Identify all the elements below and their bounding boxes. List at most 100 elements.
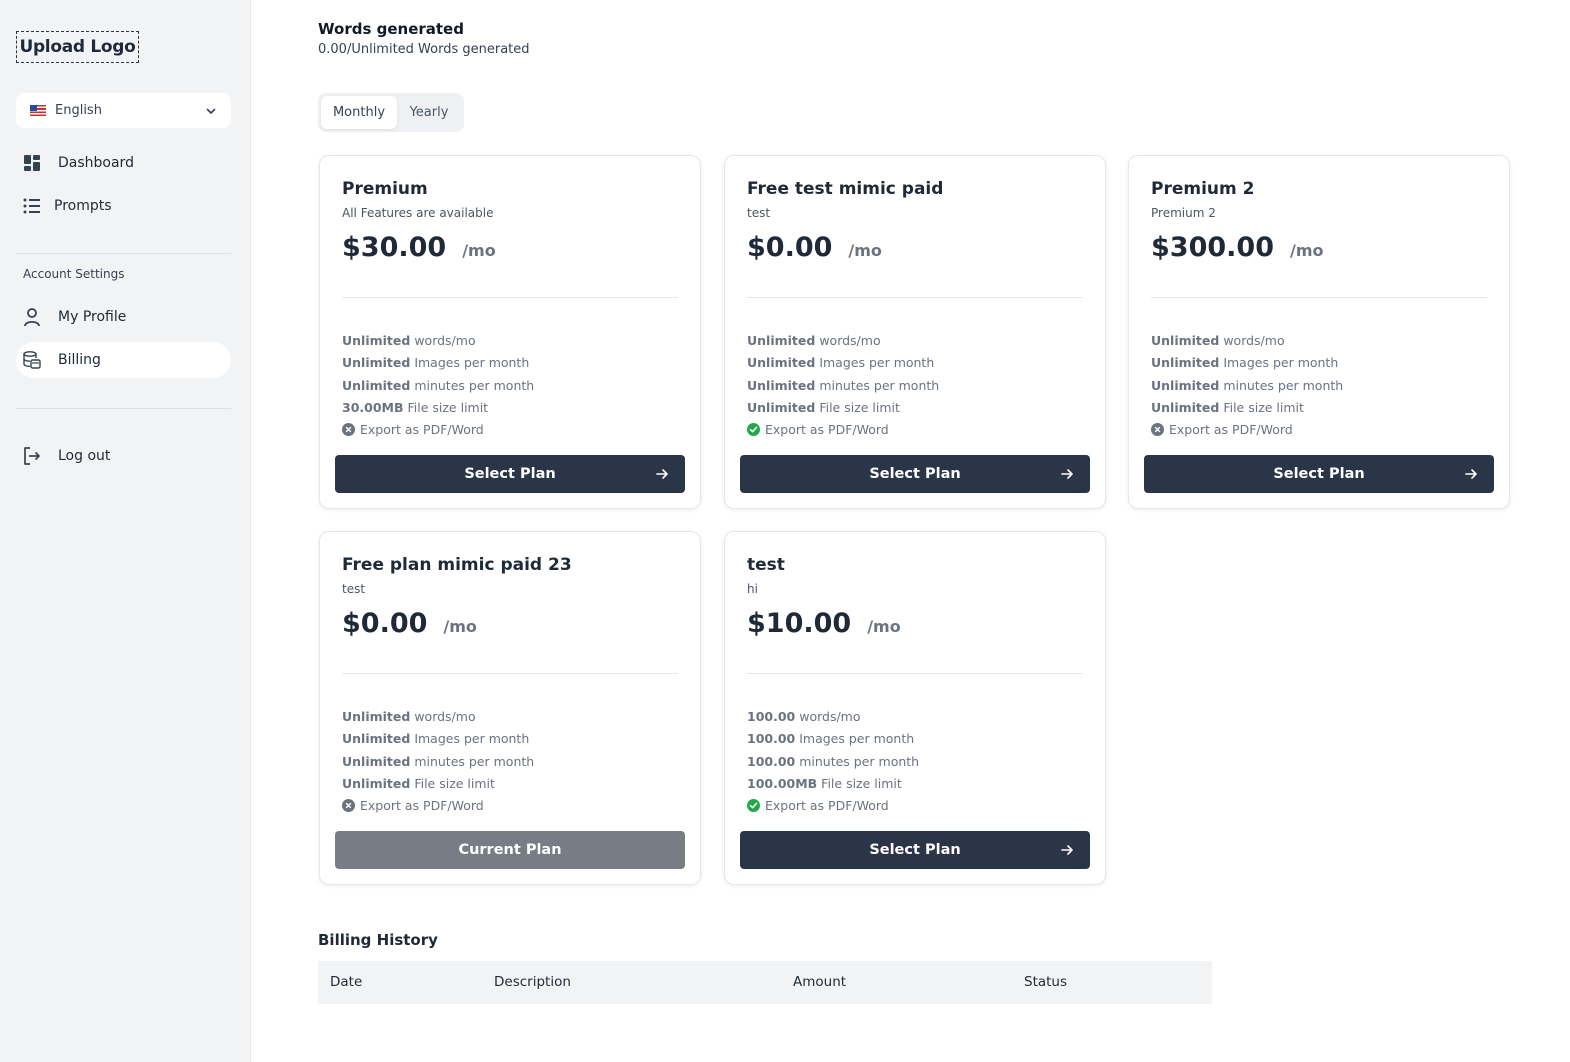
plan-feature-text: File size limit: [1219, 400, 1304, 415]
plan-feature-value: 100.00: [747, 731, 796, 746]
plan-feature: Unlimited words/mo: [342, 333, 476, 348]
sidebar-item-dashboard[interactable]: Dashboard: [16, 145, 231, 181]
sidebar-item-label: Prompts: [54, 198, 112, 214]
plan-price: $0.00/mo: [747, 232, 882, 263]
plan-price-period: /mo: [443, 617, 477, 636]
us-flag-icon: [30, 105, 46, 116]
plan-price-period: /mo: [848, 241, 882, 260]
plan-feature-value: 100.00: [747, 709, 796, 724]
logout-icon: [16, 440, 48, 472]
plan-feature: Unlimited File size limit: [747, 400, 900, 415]
plan-feature: 100.00 words/mo: [747, 709, 861, 724]
plan-feature-value: Unlimited: [342, 731, 411, 746]
plan-feature-value: Unlimited: [342, 776, 411, 791]
sidebar-item-my-profile[interactable]: My Profile: [16, 299, 231, 335]
plan-feature-text: Images per month: [815, 355, 935, 370]
plan-price-amount: $0.00: [342, 608, 428, 639]
card-divider: [747, 297, 1083, 298]
sidebar: Upload Logo English Dashboard Prompts Ac…: [0, 0, 251, 1062]
plan-button-label: Select Plan: [1273, 466, 1365, 482]
plan-export-feature: Export as PDF/Word: [747, 422, 889, 437]
plan-export-feature: Export as PDF/Word: [342, 422, 484, 437]
card-divider: [342, 297, 678, 298]
plan-feature: Unlimited words/mo: [342, 709, 476, 724]
plan-feature-value: Unlimited: [342, 754, 411, 769]
plan-price-amount: $10.00: [747, 608, 852, 639]
plan-feature-text: Images per month: [1219, 355, 1339, 370]
plan-name: Premium: [342, 179, 428, 199]
plan-price-period: /mo: [462, 241, 496, 260]
plan-feature: Unlimited File size limit: [342, 776, 495, 791]
column-header-amount: Amount: [793, 974, 847, 990]
plan-feature-value: Unlimited: [747, 378, 816, 393]
plan-export-feature: Export as PDF/Word: [1151, 422, 1293, 437]
select-plan-button[interactable]: Select Plan: [1144, 455, 1494, 493]
billing-period-toggle: Monthly Yearly: [318, 93, 464, 132]
plan-price-period: /mo: [1289, 241, 1324, 260]
sidebar-item-prompts[interactable]: Prompts: [16, 188, 231, 224]
plan-feature-text: File size limit: [403, 400, 489, 415]
plan-feature: Unlimited words/mo: [1151, 333, 1285, 348]
plan-button-label: Select Plan: [869, 466, 961, 482]
plan-export-feature: Export as PDF/Word: [342, 798, 484, 813]
tab-monthly[interactable]: Monthly: [321, 96, 397, 129]
upload-logo-button[interactable]: Upload Logo: [16, 31, 139, 63]
sidebar-item-billing[interactable]: Billing: [16, 342, 231, 378]
select-plan-button[interactable]: Select Plan: [335, 455, 685, 493]
export-label: Export as PDF/Word: [765, 798, 889, 813]
plan-card: Premium 2 Premium 2 $300.00/mo Unlimited wo…: [1128, 155, 1510, 509]
plan-feature-text: words/mo: [1219, 333, 1285, 348]
plan-feature-text: words/mo: [410, 333, 476, 348]
plan-description: All Features are available: [342, 206, 494, 220]
arrow-right-icon: [1465, 469, 1477, 479]
language-label: English: [55, 103, 102, 118]
plan-feature-value: Unlimited: [1151, 355, 1220, 370]
export-label: Export as PDF/Word: [360, 422, 484, 437]
plan-price: $0.00/mo: [342, 608, 477, 639]
current-plan-button[interactable]: Current Plan: [335, 831, 685, 869]
sidebar-item-label: My Profile: [58, 309, 127, 325]
arrow-right-icon: [656, 469, 668, 479]
export-label: Export as PDF/Word: [1169, 422, 1293, 437]
language-select[interactable]: English: [16, 93, 231, 128]
plan-export-feature: Export as PDF/Word: [747, 798, 889, 813]
billing-history-title: Billing History: [318, 931, 438, 949]
check-circle-icon: [747, 799, 760, 812]
plan-feature-value: Unlimited: [747, 355, 816, 370]
plan-feature-text: minutes per month: [795, 754, 920, 769]
plan-feature: 100.00 minutes per month: [747, 754, 919, 769]
plan-feature-text: words/mo: [815, 333, 881, 348]
plan-price-amount: $30.00: [342, 232, 447, 263]
words-generated-count: 0.00/Unlimited Words generated: [318, 42, 530, 57]
export-label: Export as PDF/Word: [765, 422, 889, 437]
tab-yearly[interactable]: Yearly: [397, 96, 461, 129]
plan-feature-value: Unlimited: [342, 355, 411, 370]
plan-name: Free plan mimic paid 23: [342, 555, 572, 575]
column-header-status: Status: [1024, 974, 1068, 990]
plan-button-label: Select Plan: [869, 842, 961, 858]
billing-history-table-header: Date Description Amount Status: [318, 961, 1212, 1004]
plan-feature: Unlimited minutes per month: [342, 754, 534, 769]
plan-button-label: Select Plan: [464, 466, 556, 482]
plan-description: test: [342, 582, 366, 596]
arrow-right-icon: [1061, 845, 1073, 855]
card-divider: [342, 673, 678, 674]
select-plan-button[interactable]: Select Plan: [740, 455, 1090, 493]
plan-description: hi: [747, 582, 758, 596]
plan-feature-text: File size limit: [815, 400, 900, 415]
logout-label: Log out: [58, 448, 111, 464]
check-circle-icon: [747, 423, 760, 436]
plan-feature: Unlimited words/mo: [747, 333, 881, 348]
plan-feature-text: minutes per month: [1219, 378, 1344, 393]
arrow-right-icon: [1061, 469, 1073, 479]
card-divider: [747, 673, 1083, 674]
plan-price-amount: $0.00: [747, 232, 833, 263]
select-plan-button[interactable]: Select Plan: [740, 831, 1090, 869]
plan-card: Free test mimic paid test $0.00/mo Unlimite…: [724, 155, 1106, 509]
plan-price: $10.00/mo: [747, 608, 901, 639]
logout-button[interactable]: Log out: [16, 438, 231, 474]
plan-feature-text: minutes per month: [815, 378, 940, 393]
plan-feature-text: Images per month: [410, 355, 530, 370]
plan-feature-value: 100.00: [747, 754, 796, 769]
plan-name: test: [747, 555, 785, 575]
